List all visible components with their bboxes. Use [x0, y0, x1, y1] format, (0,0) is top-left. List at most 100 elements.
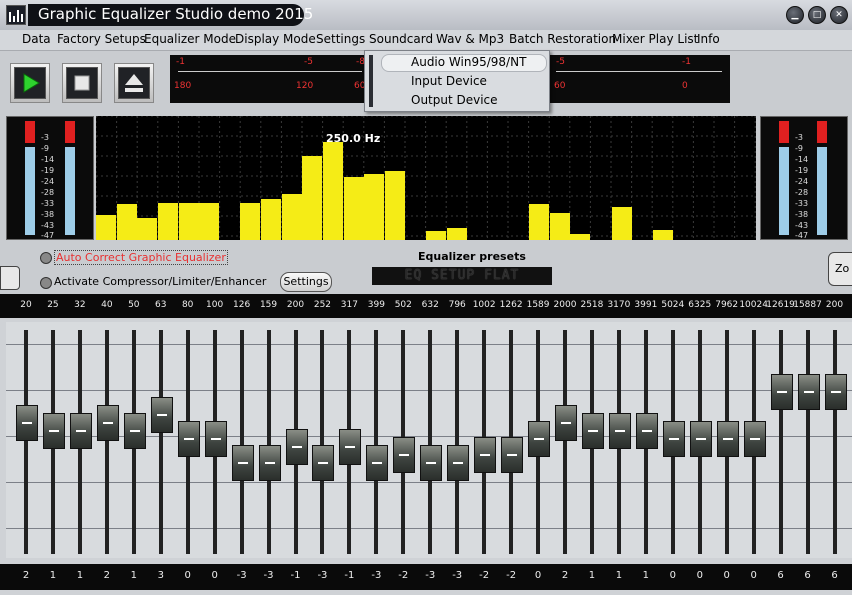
slider-track[interactable] — [428, 330, 433, 554]
gain-value: -3 — [371, 570, 382, 581]
slider-knob[interactable] — [716, 421, 739, 457]
equalizer-presets-label: Equalizer presets — [418, 250, 526, 263]
equalizer-app-icon — [6, 5, 26, 25]
slider-knob[interactable] — [689, 421, 712, 457]
slider-track[interactable] — [24, 330, 28, 554]
spectrum-bar — [611, 206, 632, 240]
eject-button[interactable] — [114, 63, 154, 103]
slider-knob[interactable] — [528, 421, 551, 457]
slider-track[interactable] — [563, 330, 567, 554]
menu-settings[interactable]: Settings — [316, 32, 365, 46]
slider-knob[interactable] — [824, 373, 847, 410]
gain-value: -3 — [425, 570, 436, 581]
slider-knob[interactable] — [662, 421, 685, 457]
slider-knob[interactable] — [339, 428, 362, 465]
menu-data[interactable]: Data — [22, 32, 51, 46]
slider-knob[interactable] — [474, 436, 497, 473]
slider-knob[interactable] — [770, 373, 793, 410]
spectrum-bar — [157, 202, 178, 240]
slider-track[interactable] — [455, 330, 460, 554]
slider-knob[interactable] — [743, 421, 766, 457]
gain-value: 0 — [211, 570, 218, 581]
level-tick: -24 — [795, 177, 809, 186]
gain-value: 1 — [615, 570, 623, 581]
auto-correct-option[interactable]: Auto Correct Graphic Equalizer — [54, 250, 228, 265]
spectrum-bar — [281, 194, 302, 240]
slider-track[interactable] — [805, 330, 810, 554]
spectrum-bar — [178, 202, 199, 240]
left-panel-toggle[interactable] — [0, 266, 20, 290]
slider-track[interactable] — [104, 330, 109, 554]
slider-knob[interactable] — [96, 405, 119, 442]
slider-track[interactable] — [320, 330, 325, 554]
gain-value: -3 — [317, 570, 328, 581]
slider-knob[interactable] — [258, 444, 281, 481]
slider-knob[interactable] — [447, 444, 470, 481]
slider-track[interactable] — [778, 330, 783, 554]
dropdown-item-audio-win[interactable]: Audio Win95/98/NT — [411, 55, 526, 69]
slider-knob[interactable] — [150, 397, 173, 434]
slider-knob[interactable] — [69, 413, 92, 450]
auto-correct-radio-icon[interactable] — [40, 252, 52, 264]
close-button[interactable]: ✕ — [830, 6, 848, 24]
slider-track[interactable] — [832, 330, 837, 554]
activate-radio-icon[interactable] — [40, 277, 52, 289]
gain-value: 2 — [22, 570, 30, 581]
slider-knob[interactable] — [797, 373, 820, 410]
slider-knob[interactable] — [16, 405, 38, 442]
slider-track[interactable] — [239, 330, 244, 554]
level-tick: -9 — [41, 144, 49, 153]
play-button[interactable] — [10, 63, 50, 103]
menu-mixer-play-list[interactable]: Mixer Play List — [612, 32, 698, 46]
spectrum-bar — [322, 142, 343, 240]
gain-value: 0 — [669, 570, 676, 581]
gain-value: 0 — [750, 570, 757, 581]
dropdown-item-input-device[interactable]: Input Device — [411, 74, 487, 88]
slider-knob[interactable] — [177, 421, 200, 457]
menu-factory-setups[interactable]: Factory Setups — [57, 32, 146, 46]
compressor-settings-button[interactable]: Settings — [280, 272, 332, 292]
spectrum-bar — [570, 233, 591, 240]
dropdown-item-output-device[interactable]: Output Device — [411, 93, 498, 107]
vu-left-number-2: 120 — [296, 81, 314, 91]
menu-equalizer-mode[interactable]: Equalizer Mode — [144, 32, 236, 46]
level-tick: -38 — [795, 210, 809, 219]
zoom-button[interactable]: Zo — [828, 252, 852, 286]
activate-compressor-option[interactable]: Activate Compressor/Limiter/Enhancer — [54, 275, 266, 288]
slider-knob[interactable] — [555, 405, 577, 442]
slider-track[interactable] — [374, 330, 379, 554]
slider-track[interactable] — [158, 330, 163, 554]
menu-display-mode[interactable]: Display Mode — [235, 32, 316, 46]
gain-value: -1 — [344, 570, 355, 581]
slider-knob[interactable] — [635, 413, 658, 450]
slider-knob[interactable] — [501, 436, 524, 473]
eject-icon — [125, 74, 143, 92]
menu-batch-restoration[interactable]: Batch Restoration — [509, 32, 616, 46]
slider-knob[interactable] — [285, 428, 308, 465]
minimize-button[interactable]: ▁ — [786, 6, 804, 24]
stop-button[interactable] — [62, 63, 102, 103]
menu-wav-mp3[interactable]: Wav & Mp3 — [436, 32, 504, 46]
slider-knob[interactable] — [608, 413, 631, 450]
gain-value: 1 — [49, 570, 57, 581]
spectrum-bar — [302, 155, 323, 240]
slider-knob[interactable] — [420, 444, 443, 481]
slider-knob[interactable] — [581, 413, 604, 450]
maximize-button[interactable]: □ — [808, 6, 826, 24]
slider-knob[interactable] — [312, 444, 335, 481]
vu-right-number-2: 0 — [682, 81, 688, 91]
slider-knob[interactable] — [366, 444, 389, 481]
slider-knob[interactable] — [123, 413, 146, 450]
slider-knob[interactable] — [393, 436, 416, 473]
spectrum-bar — [199, 202, 220, 240]
preset-display[interactable]: EQ SETUP FLAT — [372, 267, 552, 285]
menu-soundcard[interactable]: Soundcard — [369, 32, 433, 46]
gain-value: 6 — [831, 570, 838, 581]
slider-knob[interactable] — [42, 413, 65, 450]
menu-info[interactable]: Info — [697, 32, 720, 46]
vu-left-scale-2: -5 — [304, 57, 313, 67]
slider-knob[interactable] — [204, 421, 227, 457]
slider-knob[interactable] — [231, 444, 254, 481]
gain-value: 1 — [588, 570, 596, 581]
slider-track[interactable] — [266, 330, 271, 554]
